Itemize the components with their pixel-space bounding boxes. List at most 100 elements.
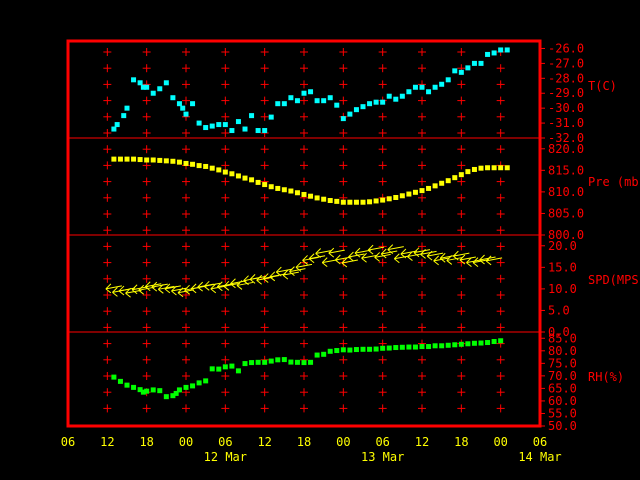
x-tick-label: 00	[179, 435, 193, 449]
x-tick-label: 06	[533, 435, 547, 449]
data-point	[498, 47, 504, 53]
wind-arrow-head	[361, 257, 367, 263]
data-point	[216, 167, 222, 173]
wind-arrow-head	[282, 274, 289, 280]
data-point	[275, 185, 281, 191]
data-point	[111, 126, 117, 132]
data-point	[393, 96, 399, 102]
data-point	[380, 197, 386, 203]
panel-label: T(C)	[588, 79, 617, 93]
hour-ticks-layer	[103, 48, 505, 413]
data-point	[183, 160, 189, 166]
data-point	[203, 163, 209, 169]
data-point	[301, 360, 307, 366]
wind-point	[164, 283, 181, 294]
x-tick-label: 06	[61, 435, 75, 449]
station-location: 84.60S 115.81W 1463M	[268, 10, 413, 24]
y-tick-label: 810.0	[548, 185, 584, 199]
wind-arrow-head	[236, 285, 243, 290]
wind-arrow-head	[367, 249, 374, 255]
wind-arrow-head	[308, 258, 315, 264]
y-tick-label: -28.0	[548, 71, 584, 85]
data-point	[249, 360, 255, 366]
x-tick-label: 18	[454, 435, 468, 449]
wind-arrow-head	[158, 288, 164, 294]
data-point	[504, 165, 510, 171]
data-point	[235, 119, 241, 125]
data-point	[321, 98, 327, 104]
data-point	[432, 84, 438, 90]
data-point	[150, 157, 156, 163]
data-point	[471, 340, 477, 346]
wind-arrow-head	[485, 260, 492, 266]
wind-arrow-head	[112, 291, 118, 297]
x-tick-label: 12	[415, 435, 429, 449]
data-point	[334, 102, 340, 108]
data-point	[196, 120, 202, 126]
wind-point	[328, 247, 345, 258]
data-point	[353, 107, 359, 113]
wind-arrow-head	[328, 252, 335, 258]
data-point	[314, 195, 320, 201]
data-point	[131, 77, 137, 83]
data-point	[281, 101, 287, 107]
data-point	[235, 173, 241, 179]
wind-arrow-head	[459, 259, 466, 265]
y-tick-label: 10.0	[548, 282, 577, 296]
data-point	[367, 101, 373, 107]
wind-arrow-head	[446, 260, 453, 265]
wind-arrow-head	[407, 256, 413, 261]
data-point	[465, 65, 471, 71]
data-point	[111, 374, 117, 380]
data-point	[163, 80, 169, 86]
data-point	[386, 345, 392, 351]
wind-arrow-head	[335, 259, 341, 265]
data-point	[114, 122, 120, 128]
data-point	[386, 196, 392, 202]
data-point	[334, 198, 340, 204]
x-date-label: 12 Mar	[204, 450, 247, 464]
data-point	[275, 101, 281, 107]
wind-arrow-head	[374, 257, 380, 262]
data-point	[419, 344, 425, 350]
data-point	[439, 180, 445, 186]
data-point	[471, 60, 477, 66]
data-point	[203, 378, 209, 384]
data-point	[288, 359, 294, 365]
data-point	[458, 341, 464, 347]
data-point	[498, 338, 504, 344]
data-point	[439, 81, 445, 87]
data-point	[367, 199, 373, 205]
data-point	[406, 344, 412, 350]
data-point	[445, 77, 451, 83]
data-point	[235, 368, 241, 374]
x-tick-label: 12	[100, 435, 114, 449]
data-point	[262, 128, 268, 134]
x-tick-label: 00	[336, 435, 350, 449]
data-point	[465, 169, 471, 175]
wind-arrow-head	[210, 288, 217, 294]
data-point	[229, 171, 235, 177]
data-point	[288, 188, 294, 194]
y-tick-label: 20.0	[548, 239, 577, 253]
panel-label: RH(%)	[588, 370, 624, 384]
data-point	[327, 198, 333, 204]
data-point	[229, 363, 235, 369]
data-point	[485, 51, 491, 57]
data-point	[157, 388, 163, 394]
y-tick-label: -27.0	[548, 56, 584, 70]
wind-arrow-head	[348, 256, 354, 262]
data-point	[301, 191, 307, 197]
data-point	[504, 47, 510, 53]
data-point	[137, 80, 143, 86]
station-id: 21358	[76, 10, 112, 24]
data-point	[222, 122, 228, 128]
data-point	[242, 175, 248, 181]
data-point	[445, 178, 451, 184]
data-point	[183, 111, 189, 117]
data-point	[399, 193, 405, 199]
data-point	[288, 95, 294, 101]
data-point	[163, 394, 169, 400]
wind-arrow-head	[472, 262, 479, 267]
data-point	[452, 342, 458, 348]
